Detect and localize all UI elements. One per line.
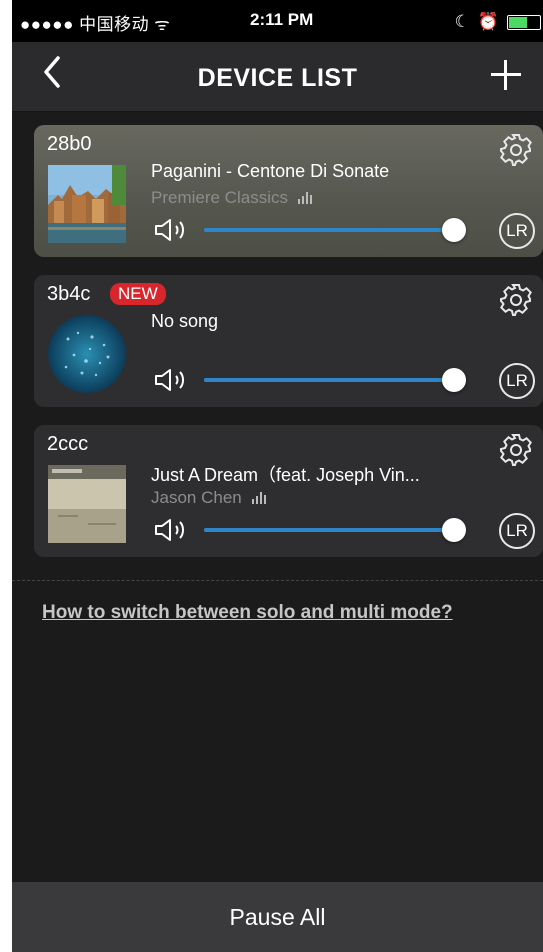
gear-icon[interactable] [499, 283, 533, 317]
gear-icon[interactable] [499, 133, 533, 167]
status-icons: ☾ ⏰ [455, 12, 541, 32]
song-title: Paganini - Centone Di Sonate [151, 161, 390, 181]
gear-icon[interactable] [499, 433, 533, 467]
device-id: 2ccc [47, 433, 89, 455]
channel-button[interactable]: LR [499, 213, 535, 249]
artist-label: Premiere Classics [151, 188, 288, 207]
carrier-label: ●●●●● 中国移动 ᯤ [20, 15, 171, 34]
volume-slider[interactable] [204, 378, 454, 382]
device-id: 3b4c [47, 283, 91, 305]
device-id: 28b0 [47, 133, 92, 155]
song-title: No song [151, 311, 219, 331]
device-card[interactable]: 3b4c NEW No song LR [34, 275, 543, 407]
channel-button[interactable]: LR [499, 513, 535, 549]
equalizer-icon [251, 492, 266, 504]
volume-slider-handle[interactable] [442, 518, 466, 542]
moon-icon: ☾ [454, 12, 470, 31]
volume-slider-handle[interactable] [442, 368, 466, 392]
album-art [48, 465, 126, 543]
clock: 2:11 PM [250, 10, 314, 29]
song-title: Just A Dream（feat. Joseph Vin... [151, 465, 420, 485]
nav-bar: DEVICE LIST [12, 42, 543, 112]
app-screen: ●●●●● 中国移动 ᯤ 2:11 PM ☾ ⏰ DEVICE LIST 28b… [12, 0, 543, 952]
add-device-button[interactable] [489, 54, 523, 94]
artist-name: Premiere Classics [151, 188, 312, 208]
alarm-icon: ⏰ [477, 12, 499, 31]
volume-slider[interactable] [204, 528, 454, 532]
album-art [48, 165, 126, 243]
new-badge: NEW [110, 283, 166, 305]
help-link[interactable]: How to switch between solo and multi mod… [42, 602, 453, 624]
equalizer-icon [297, 192, 312, 204]
device-card[interactable]: 2ccc Just A Dream（feat. Joseph Vin... Ja… [34, 425, 543, 557]
speaker-icon[interactable] [154, 367, 190, 393]
volume-slider[interactable] [204, 228, 454, 232]
artist-label: Jason Chen [151, 488, 242, 507]
device-card[interactable]: 28b0 Paganini - Centone Di Sonate Premie… [34, 125, 543, 257]
page-title: DEVICE LIST [197, 64, 358, 92]
speaker-icon[interactable] [154, 217, 190, 243]
status-bar: ●●●●● 中国移动 ᯤ 2:11 PM ☾ ⏰ [12, 0, 543, 42]
volume-slider-handle[interactable] [442, 218, 466, 242]
divider [12, 580, 543, 581]
album-art [48, 315, 126, 393]
pause-all-button[interactable]: Pause All [12, 882, 543, 952]
speaker-icon[interactable] [154, 517, 190, 543]
channel-button[interactable]: LR [499, 363, 535, 399]
artist-name: Jason Chen [151, 488, 266, 508]
battery-icon [507, 14, 541, 30]
